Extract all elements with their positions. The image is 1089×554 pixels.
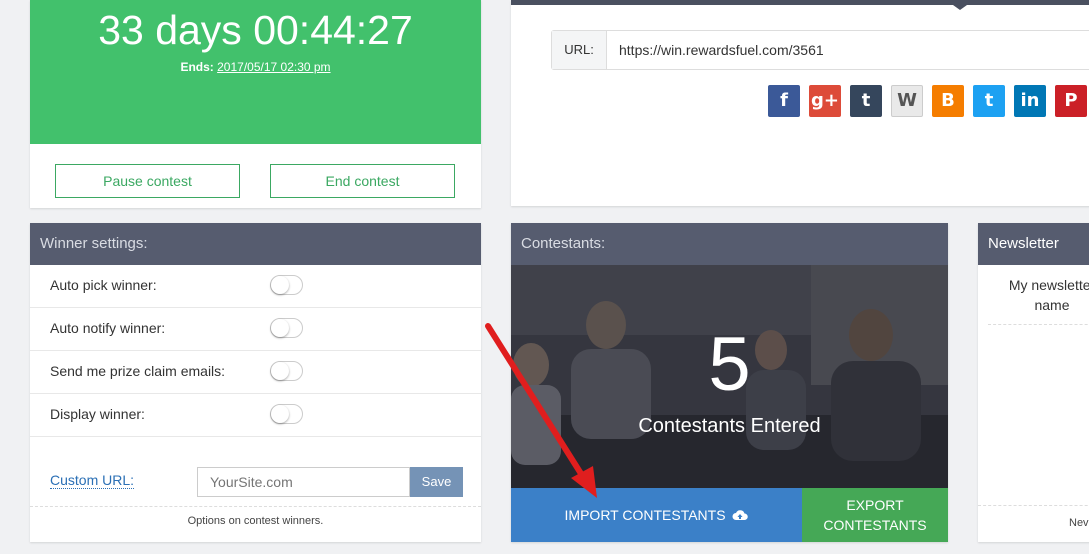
share-notch bbox=[953, 5, 967, 10]
contestants-header: Contestants: bbox=[511, 223, 948, 265]
newsletter-divider bbox=[988, 324, 1089, 325]
newsletter-label-line-2: name bbox=[1034, 297, 1070, 313]
winner-settings-card: Winner settings: Auto pick winner: Auto n… bbox=[30, 223, 481, 542]
ends-label: Ends: bbox=[180, 60, 214, 74]
newsletter-header: Newsletter bbox=[978, 223, 1089, 265]
pause-contest-button[interactable]: Pause contest bbox=[55, 164, 240, 198]
contestants-background-photo: 5 Contestants Entered bbox=[511, 265, 948, 488]
save-button[interactable]: Save bbox=[410, 467, 463, 497]
export-label-line-1: EXPORT bbox=[846, 497, 904, 513]
countdown-panel: 33 days 00:44:27 Ends: 2017/05/17 02:30 … bbox=[30, 0, 481, 144]
countdown-timer: 33 days 00:44:27 bbox=[98, 7, 413, 53]
ends-line: Ends: 2017/05/17 02:30 pm bbox=[30, 60, 481, 74]
contestant-count-label: Contestants Entered bbox=[638, 415, 821, 437]
import-contestants-label: IMPORT CONTESTANTS bbox=[564, 507, 726, 523]
timer-card: 33 days 00:44:27 Ends: 2017/05/17 02:30 … bbox=[30, 0, 481, 208]
export-contestants-button[interactable]: EXPORT CONTESTANTS bbox=[802, 488, 948, 542]
newsletter-name-label: My newsletter name bbox=[992, 275, 1089, 315]
contest-url-field[interactable]: URL: https://win.rewardsfuel.com/3561 bbox=[551, 30, 1089, 70]
toggle-knob bbox=[271, 362, 289, 380]
google-plus-icon[interactable]: g+ bbox=[809, 85, 841, 117]
contestant-count: 5 bbox=[708, 322, 751, 407]
url-value[interactable]: https://win.rewardsfuel.com/3561 bbox=[619, 31, 824, 69]
custom-url-row: Custom URL: Save bbox=[30, 456, 481, 507]
winner-setting-toggle[interactable] bbox=[270, 318, 303, 338]
winner-settings-header: Winner settings: bbox=[30, 223, 481, 265]
url-label: URL: bbox=[552, 31, 607, 69]
toggle-knob bbox=[271, 319, 289, 337]
ends-date-link[interactable]: 2017/05/17 02:30 pm bbox=[217, 60, 330, 74]
winner-setting-toggle[interactable] bbox=[270, 361, 303, 381]
winner-setting-label: Auto notify winner: bbox=[50, 320, 166, 336]
newsletter-card: Newsletter My newsletter name Nev bbox=[978, 223, 1089, 542]
toggle-knob bbox=[271, 405, 289, 423]
share-card: URL: https://win.rewardsfuel.com/3561 fg… bbox=[511, 0, 1089, 206]
import-contestants-button[interactable]: IMPORT CONTESTANTS bbox=[511, 488, 802, 542]
custom-url-input[interactable] bbox=[197, 467, 410, 497]
newsletter-footer-divider bbox=[978, 505, 1089, 506]
winner-setting-label: Display winner: bbox=[50, 406, 145, 422]
winner-setting-row: Display winner: bbox=[30, 393, 481, 437]
twitter-icon[interactable]: t bbox=[973, 85, 1005, 117]
blogger-icon[interactable]: B bbox=[932, 85, 964, 117]
facebook-icon[interactable]: f bbox=[768, 85, 800, 117]
export-label-line-2: CONTESTANTS bbox=[823, 517, 927, 533]
wordpress-icon[interactable]: W bbox=[891, 85, 923, 117]
cloud-upload-icon bbox=[732, 489, 749, 543]
winner-setting-toggle[interactable] bbox=[270, 404, 303, 424]
winner-setting-label: Auto pick winner: bbox=[50, 277, 157, 293]
linkedin-icon[interactable]: in bbox=[1014, 85, 1046, 117]
winner-setting-row: Send me prize claim emails: bbox=[30, 350, 481, 394]
winner-setting-row: Auto pick winner: bbox=[30, 264, 481, 308]
end-contest-button[interactable]: End contest bbox=[270, 164, 455, 198]
winner-setting-row: Auto notify winner: bbox=[30, 307, 481, 351]
newsletter-footer-text: Nev bbox=[1069, 517, 1089, 529]
custom-url-link[interactable]: Custom URL: bbox=[50, 472, 135, 489]
winner-setting-label: Send me prize claim emails: bbox=[50, 363, 226, 379]
contestants-card: Contestants: 5 Contestants Entered IMPOR… bbox=[511, 223, 948, 542]
share-top-bar bbox=[511, 0, 1089, 5]
tumblr-icon[interactable]: t bbox=[850, 85, 882, 117]
newsletter-label-line-1: My newsletter bbox=[1008, 277, 1089, 293]
toggle-knob bbox=[271, 276, 289, 294]
pinterest-icon[interactable]: P bbox=[1055, 85, 1087, 117]
winner-footer-text: Options on contest winners. bbox=[187, 515, 324, 527]
winner-setting-toggle[interactable] bbox=[270, 275, 303, 295]
